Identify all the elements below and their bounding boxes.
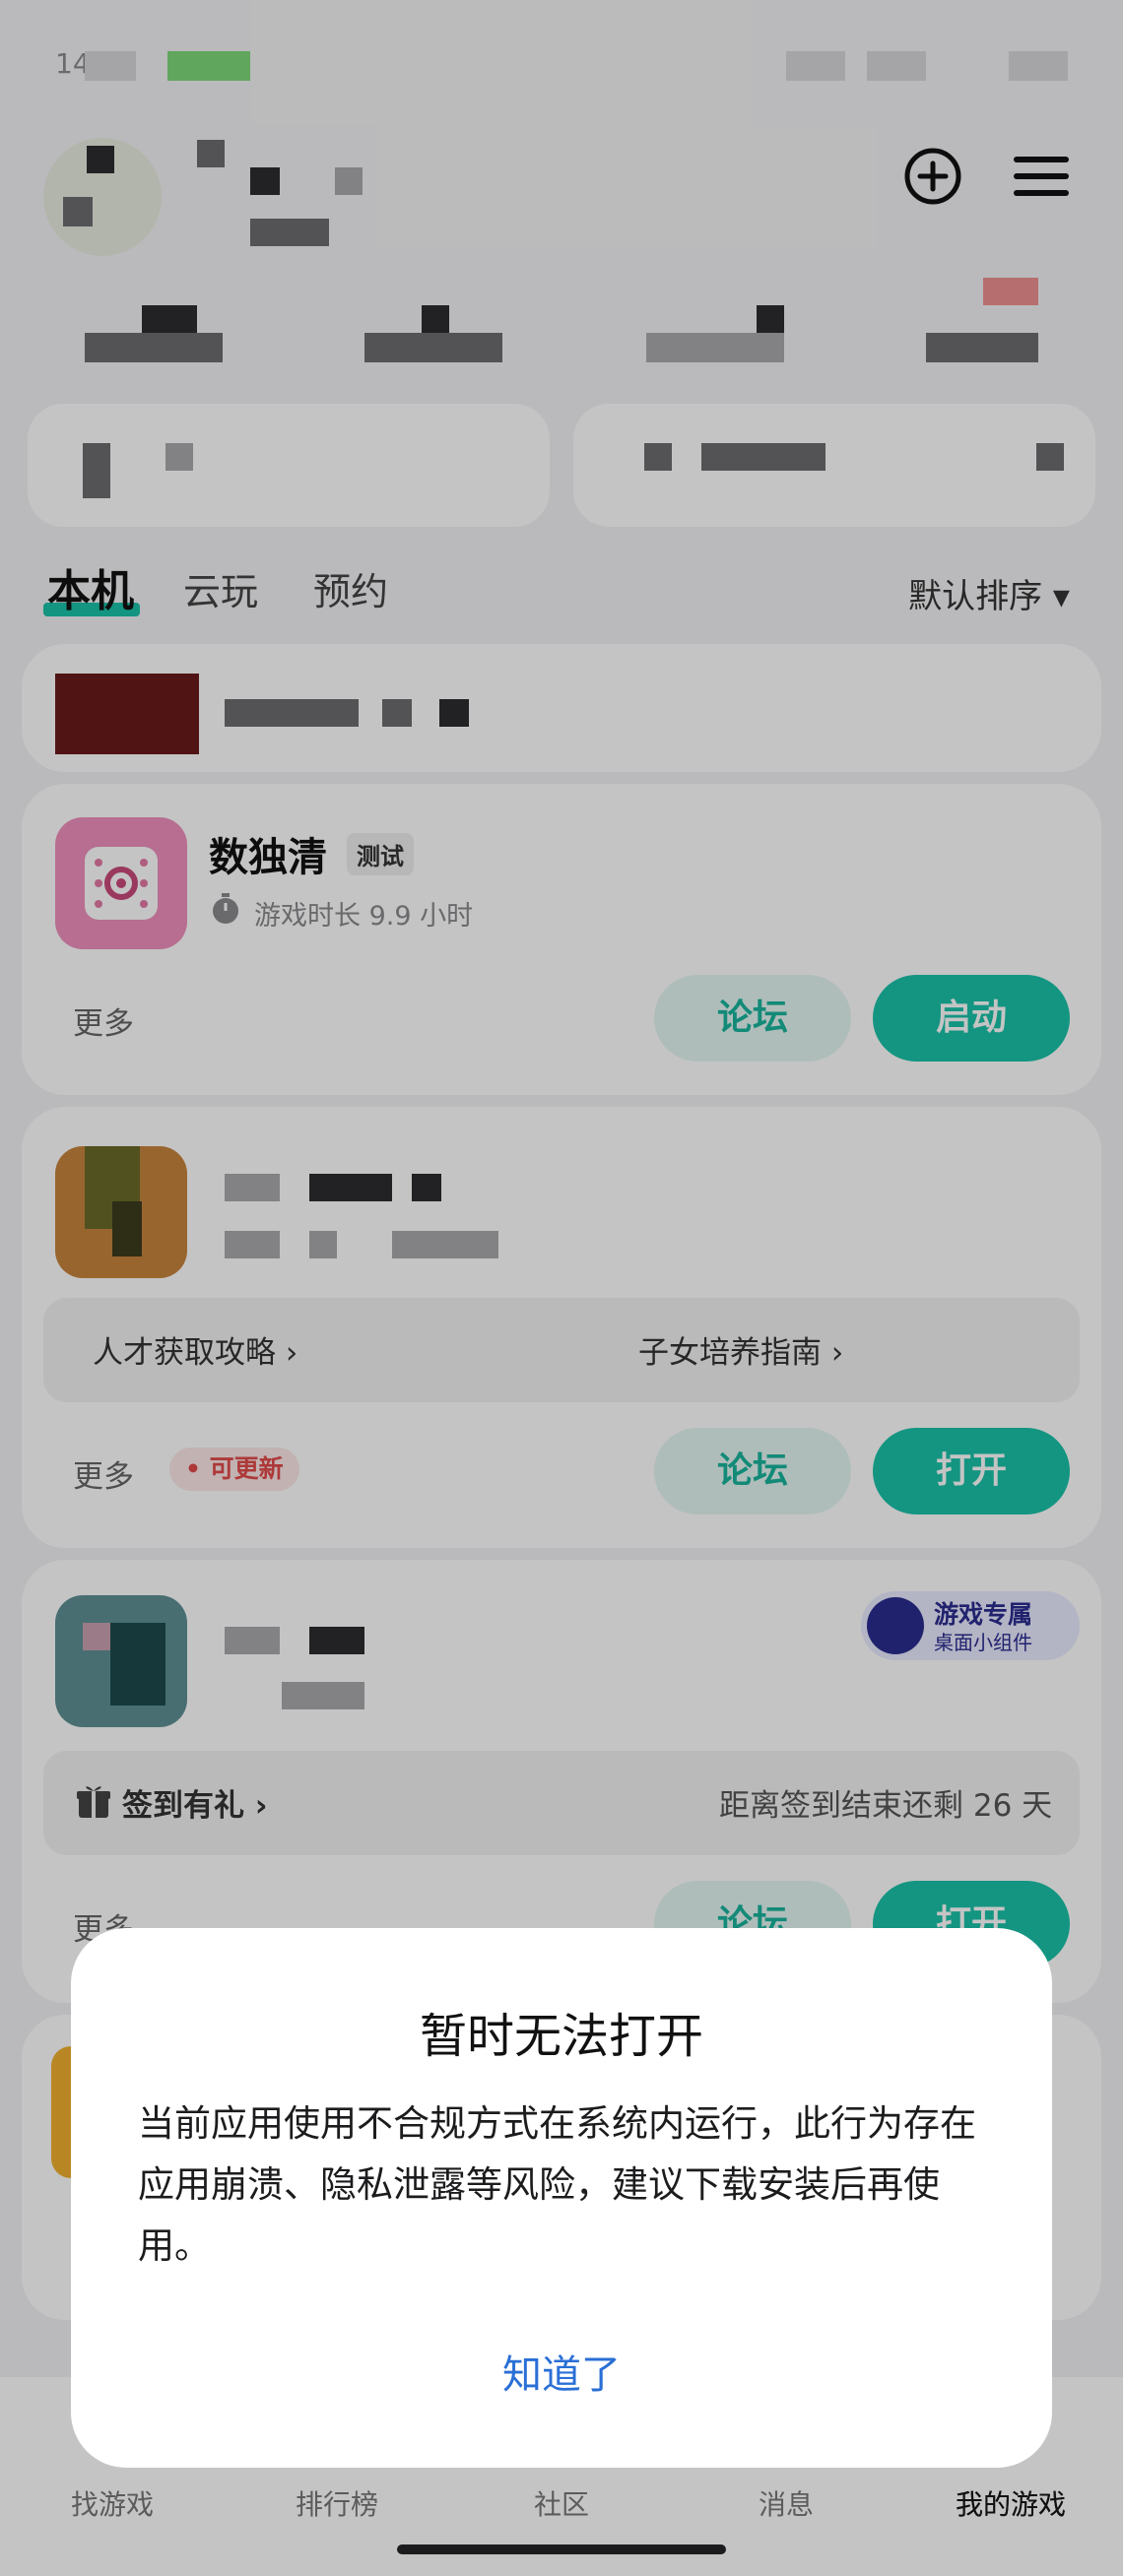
home-indicator xyxy=(397,2544,726,2554)
dialog-title: 暂时无法打开 xyxy=(419,2009,703,2064)
nav-my-games-label: 我的游戏 xyxy=(955,2488,1066,2521)
alert-dialog: 暂时无法打开 当前应用使用不合规方式在系统内运行，此行为存在应用崩溃、隐私泄露等… xyxy=(71,1928,1052,2468)
got-it-button[interactable]: 知道了 xyxy=(463,2336,660,2415)
dialog-message: 当前应用使用不合规方式在系统内运行，此行为存在应用崩溃、隐私泄露等风险，建议下载… xyxy=(138,2102,976,2267)
